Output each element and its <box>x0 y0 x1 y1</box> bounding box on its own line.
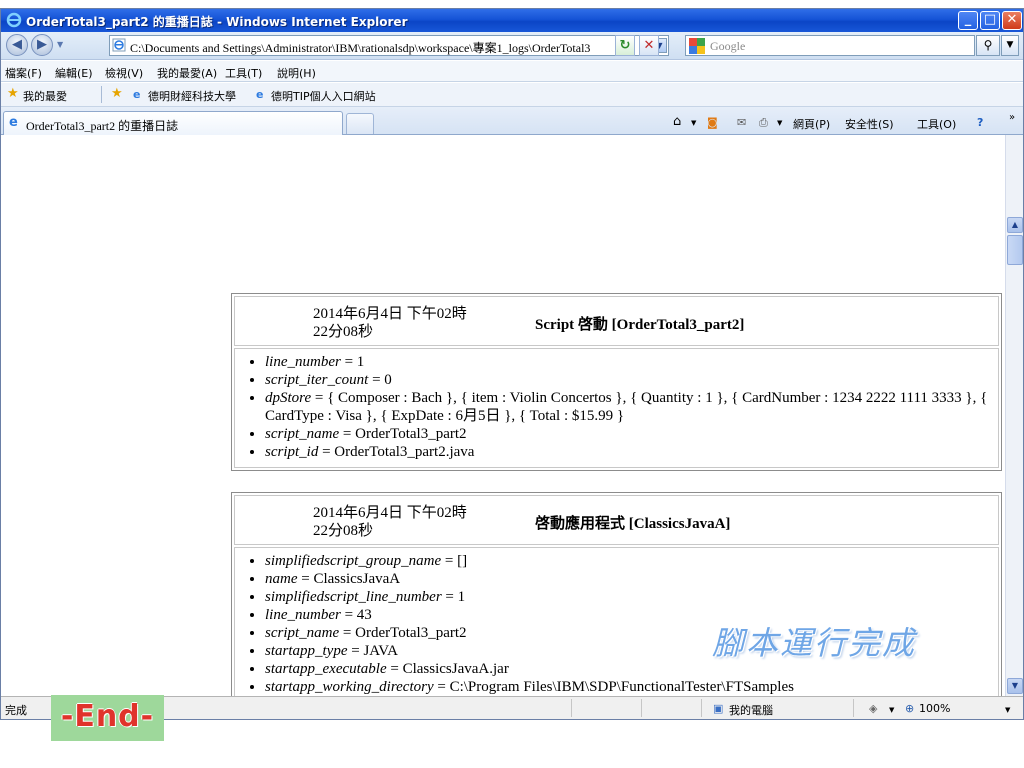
tab-bar: e OrderTotal3_part2 的重播日誌 ⌂ ▼ ◙ ✉ ⎙ ▼ 網頁… <box>1 107 1023 135</box>
status-divider <box>641 699 642 717</box>
protected-mode-dropdown-icon[interactable]: ▼ <box>889 706 894 714</box>
new-tab-button[interactable] <box>346 113 374 134</box>
scroll-thumb[interactable] <box>1007 235 1023 265</box>
safety-menu[interactable]: 安全性(S) <box>845 116 894 132</box>
tab-title: OrderTotal3_part2 的重播日誌 <box>26 119 179 133</box>
log-entry-header: 2014年6月4日 下午02時22分08秒 Script 啓動 [OrderTo… <box>234 296 999 346</box>
search-icon[interactable]: ⚲ <box>976 35 1000 56</box>
print-dropdown-icon[interactable]: ▼ <box>777 119 782 127</box>
list-item: script_id = OrderTotal3_part2.java <box>265 443 990 461</box>
title-bar[interactable]: OrderTotal3_part2 的重播日誌 - Windows Intern… <box>1 9 1023 32</box>
google-icon <box>689 38 705 54</box>
ie-page-icon: e <box>133 88 141 101</box>
search-box[interactable]: Google <box>685 35 975 56</box>
list-item: dpStore = { Composer : Bach }, { item : … <box>265 389 990 425</box>
status-divider <box>571 699 572 717</box>
page-menu[interactable]: 網頁(P) <box>793 116 830 132</box>
address-toolbar: ◀ ▶ ▼ C:\Documents and Settings\Administ… <box>1 32 1023 60</box>
menu-tools[interactable]: 工具(T) <box>225 65 262 81</box>
list-item: script_iter_count = 0 <box>265 371 990 389</box>
menu-view[interactable]: 檢視(V) <box>105 65 143 81</box>
log-entry-header: 2014年6月4日 下午02時22分08秒 啓動應用程式 [ClassicsJa… <box>234 495 999 545</box>
zoom-level[interactable]: 100% <box>919 702 950 715</box>
maximize-button[interactable]: □ <box>980 11 1000 30</box>
zoom-icon[interactable]: ⊕ <box>905 702 914 715</box>
list-item: startapp_working_directory = C:\Program … <box>265 678 990 696</box>
status-text: 完成 <box>5 704 27 717</box>
log-timestamp: 2014年6月4日 下午02時22分08秒 <box>313 505 467 539</box>
zoom-dropdown-icon[interactable]: ▼ <box>1005 706 1010 714</box>
log-timestamp: 2014年6月4日 下午02時22分08秒 <box>313 306 467 340</box>
page-icon <box>112 38 126 52</box>
history-dropdown-icon[interactable]: ▼ <box>57 40 63 49</box>
menu-edit[interactable]: 編輯(E) <box>55 65 93 81</box>
menu-help[interactable]: 說明(H) <box>277 65 316 81</box>
ie-tab-icon: e <box>9 115 18 130</box>
help-icon[interactable]: ? <box>977 116 983 129</box>
ie-logo-icon <box>6 12 22 28</box>
home-icon[interactable]: ⌂ <box>673 114 681 129</box>
stop-icon[interactable]: ✕ <box>639 35 659 56</box>
status-divider <box>853 699 854 717</box>
list-item: simplifiedscript_group_name = [] <box>265 552 990 570</box>
favorites-button[interactable]: 我的最愛 <box>23 88 67 104</box>
list-item: script_name = OrderTotal3_part2 <box>265 425 990 443</box>
forward-button[interactable]: ▶ <box>31 34 53 56</box>
window-title: OrderTotal3_part2 的重播日誌 - Windows Intern… <box>26 15 408 29</box>
toolbar-overflow-icon[interactable]: » <box>1009 112 1015 123</box>
add-favorite-icon[interactable]: ★ <box>111 86 123 101</box>
security-zone[interactable]: 我的電腦 <box>729 702 773 718</box>
mail-icon[interactable]: ✉ <box>737 116 746 129</box>
favorites-bar: ★ 我的最愛 ★ e 德明財經科技大學 e 德明TIP個人入口網站 <box>1 83 1023 107</box>
close-button[interactable]: ✕ <box>1002 11 1022 30</box>
status-divider <box>701 699 702 717</box>
browser-window: OrderTotal3_part2 的重播日誌 - Windows Intern… <box>0 8 1024 720</box>
favorite-link-dmu[interactable]: 德明財經科技大學 <box>148 88 236 104</box>
refresh-icon[interactable]: ↻ <box>615 35 635 56</box>
ie-page-icon: e <box>256 88 264 101</box>
favorite-link-tip[interactable]: 德明TIP個人入口網站 <box>271 88 376 104</box>
log-entry-start-app: 2014年6月4日 下午02時22分08秒 啓動應用程式 [ClassicsJa… <box>231 492 1002 696</box>
list-item: name = ClassicsJavaA <box>265 570 990 588</box>
address-bar[interactable]: C:\Documents and Settings\Administrator\… <box>109 35 669 56</box>
favorites-separator <box>101 86 102 103</box>
feeds-icon[interactable]: ◙ <box>707 116 718 129</box>
log-entry-script-start: 2014年6月4日 下午02時22分08秒 Script 啓動 [OrderTo… <box>231 293 1002 471</box>
minimize-button[interactable]: _ <box>958 11 978 30</box>
menu-file[interactable]: 檔案(F) <box>5 65 42 81</box>
log-event-title: Script 啓動 [OrderTotal3_part2] <box>535 317 745 333</box>
scroll-up-icon[interactable]: ▲ <box>1007 217 1023 233</box>
menu-bar: 檔案(F) 編輯(E) 檢視(V) 我的最愛(A) 工具(T) 說明(H) <box>1 61 1023 82</box>
tools-menu[interactable]: 工具(O) <box>917 116 956 132</box>
vertical-scrollbar[interactable]: ▲ ▼ <box>1005 135 1023 696</box>
home-dropdown-icon[interactable]: ▼ <box>691 119 696 127</box>
protected-mode-icon[interactable]: ◈ <box>869 702 877 715</box>
scroll-down-icon[interactable]: ▼ <box>1007 678 1023 694</box>
list-item: simplifiedscript_line_number = 1 <box>265 588 990 606</box>
print-icon[interactable]: ⎙ <box>759 116 768 130</box>
search-placeholder: Google <box>710 39 746 53</box>
log-event-title: 啓動應用程式 [ClassicsJavaA] <box>535 516 731 532</box>
favorites-star-icon[interactable]: ★ <box>7 86 19 101</box>
tab-active[interactable]: e OrderTotal3_part2 的重播日誌 <box>3 111 343 135</box>
log-entry-details: line_number = 1 script_iter_count = 0 dp… <box>234 348 999 468</box>
back-button[interactable]: ◀ <box>6 34 28 56</box>
page-content: 2014年6月4日 下午02時22分08秒 Script 啓動 [OrderTo… <box>1 135 1005 696</box>
computer-icon: ▣ <box>713 702 724 715</box>
address-url[interactable]: C:\Documents and Settings\Administrator\… <box>130 39 635 56</box>
completion-watermark: 腳本運行完成 <box>712 624 917 662</box>
menu-favorites[interactable]: 我的最愛(A) <box>157 65 217 81</box>
end-label: -End- <box>51 695 164 741</box>
list-item: line_number = 1 <box>265 353 990 371</box>
search-dropdown-icon[interactable]: ▼ <box>1001 35 1019 56</box>
